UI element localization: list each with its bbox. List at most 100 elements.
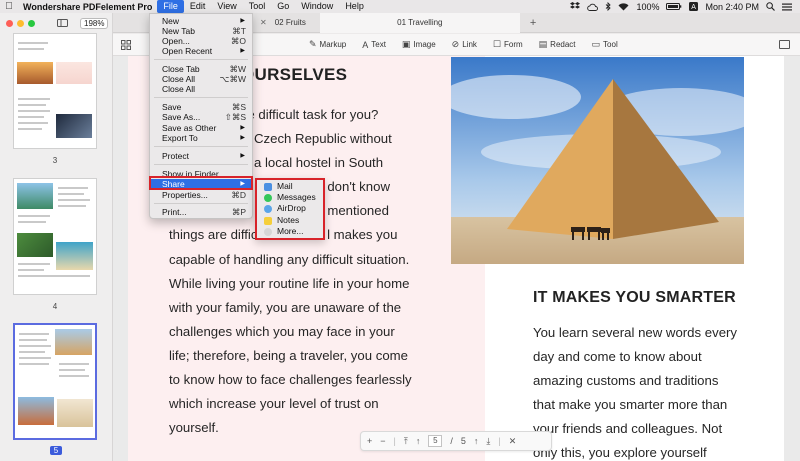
text-line: which increase your level of trust on xyxy=(169,396,379,412)
menu-file[interactable]: File xyxy=(157,0,184,13)
menu-separator xyxy=(154,59,248,60)
share-submenu: Mail Messages AirDrop Notes More... xyxy=(255,178,325,240)
page-total: 5 xyxy=(460,436,466,446)
share-messages[interactable]: Messages xyxy=(257,192,323,204)
text-button[interactable]: A Text xyxy=(362,40,386,50)
text-line: to know how to face challenges fearlessl… xyxy=(169,372,412,388)
menu-item-open[interactable]: Open... ⌘O xyxy=(150,36,252,47)
file-menu: New ▶ New Tab ⌘T Open... ⌘O Open Recent ▶ Cl… xyxy=(149,13,253,219)
menu-go[interactable]: Go xyxy=(271,0,295,13)
image-label: Image xyxy=(413,40,436,49)
battery-percent: 100% xyxy=(636,1,660,12)
cloud-icon[interactable] xyxy=(587,3,599,11)
page-thumbnail-5[interactable] xyxy=(13,323,97,440)
share-notes[interactable]: Notes xyxy=(257,215,323,227)
redact-button[interactable]: ▤ Redact xyxy=(539,39,576,50)
menu-item-open-recent[interactable]: Open Recent ▶ xyxy=(150,46,252,57)
markup-label: Markup xyxy=(319,40,347,49)
text-line: your friends and colleagues. Not xyxy=(533,421,723,437)
link-button[interactable]: ⊘ Link xyxy=(452,39,477,50)
tool-label: Tool xyxy=(603,40,618,49)
text-line: capable of handling any difficult situat… xyxy=(169,251,410,267)
share-mail[interactable]: Mail xyxy=(257,181,323,193)
menu-item-save[interactable]: Save ⌘S xyxy=(150,102,252,113)
redact-icon: ▤ xyxy=(538,39,548,49)
menu-item-properties[interactable]: Properties... ⌘D xyxy=(150,190,252,201)
menu-item-show-in-finder[interactable]: Show in Finder xyxy=(150,169,252,180)
minimize-window-button[interactable] xyxy=(17,19,24,27)
tab-fruits[interactable]: ✕ 02 Fruits xyxy=(246,13,320,33)
battery-icon[interactable] xyxy=(666,3,682,10)
share-more[interactable]: More... xyxy=(257,226,323,238)
markup-button[interactable]: ✎ Markup xyxy=(309,39,346,50)
grid-view-icon[interactable] xyxy=(121,39,131,50)
status-area: 100% A Mon 2:40 PM xyxy=(570,2,800,12)
menu-separator xyxy=(154,203,248,204)
apple-icon[interactable]:  xyxy=(0,1,18,12)
svg-text:A: A xyxy=(692,4,697,11)
last-page-icon[interactable]: ⤓ xyxy=(486,436,490,447)
menu-window[interactable]: Window xyxy=(295,0,339,13)
search-icon[interactable] xyxy=(766,2,775,11)
zoom-out-icon[interactable]: − xyxy=(380,436,385,446)
clock[interactable]: Mon 2:40 PM xyxy=(705,2,759,12)
right-paragraph[interactable]: You learn several new words every day an… xyxy=(533,321,768,461)
menu-item-share[interactable]: Share ▶ xyxy=(150,179,252,190)
first-page-icon[interactable]: ⤒ xyxy=(404,436,408,447)
page-thumbnail-4[interactable] xyxy=(13,178,97,295)
divider: | xyxy=(498,436,501,446)
thumbnail-image xyxy=(56,114,92,138)
right-panel-toggle-icon[interactable] xyxy=(779,40,790,49)
bluetooth-icon[interactable] xyxy=(605,2,612,11)
menu-item-export-to[interactable]: Export To ▶ xyxy=(150,133,252,144)
form-button[interactable]: ☐ Form xyxy=(493,39,523,50)
previous-page-icon[interactable]: ↑ xyxy=(416,436,421,446)
image-button[interactable]: ▣ Image xyxy=(402,39,436,50)
menu-item-close-tab[interactable]: Close Tab ⌘W xyxy=(150,64,252,75)
tab-travelling[interactable]: 01 Travelling xyxy=(319,12,520,33)
thumbnail-image xyxy=(55,329,92,355)
close-window-button[interactable] xyxy=(6,19,13,27)
zoom-select[interactable]: 198% xyxy=(80,17,109,29)
menu-item-new-tab[interactable]: New Tab ⌘T xyxy=(150,26,252,37)
menu-item-protect[interactable]: Protect ▶ xyxy=(150,151,252,162)
new-tab-icon[interactable]: + xyxy=(530,17,536,29)
zoom-window-button[interactable] xyxy=(28,19,35,27)
menu-edit[interactable]: Edit xyxy=(184,0,212,13)
tab-label: 01 Travelling xyxy=(397,17,443,27)
wifi-icon[interactable] xyxy=(618,2,629,11)
thumbnail-image xyxy=(17,62,53,84)
menu-tool[interactable]: Tool xyxy=(243,0,272,13)
dropbox-icon[interactable] xyxy=(570,2,581,11)
heading-smarter[interactable]: IT MAKES YOU SMARTER xyxy=(533,289,736,307)
thumbnail-image xyxy=(18,397,54,425)
divider: | xyxy=(393,436,396,446)
close-tab-icon[interactable]: ✕ xyxy=(260,18,267,27)
page-number-input[interactable]: 5 xyxy=(428,435,443,447)
pyramid-photo[interactable] xyxy=(451,57,744,264)
text-line: that make you smarter more than xyxy=(533,397,728,413)
menu-item-close-all-shortcut[interactable]: Close All ⌥⌘W xyxy=(150,74,252,85)
close-navigator-icon[interactable]: ✕ xyxy=(509,436,517,447)
control-center-icon[interactable] xyxy=(782,3,792,11)
airdrop-icon xyxy=(264,205,272,213)
zoom-in-icon[interactable]: + xyxy=(367,436,372,446)
menu-item-save-as[interactable]: Save As... ⇧⌘S xyxy=(150,112,252,123)
menu-item-save-as-other[interactable]: Save as Other ▶ xyxy=(150,123,252,134)
page-separator: / xyxy=(450,436,453,446)
form-label: Form xyxy=(503,40,523,49)
menu-view[interactable]: View xyxy=(211,0,242,13)
heading-ourselves[interactable]: OURSELVES xyxy=(241,65,347,85)
menu-item-new[interactable]: New ▶ xyxy=(150,16,252,27)
tool-button[interactable]: ▭ Tool xyxy=(592,39,618,50)
menu-separator xyxy=(154,97,248,98)
menu-item-close-all[interactable]: Close All xyxy=(150,84,252,95)
keyboard-input-icon[interactable]: A xyxy=(689,2,699,11)
menu-item-print[interactable]: Print... ⌘P xyxy=(150,207,252,218)
page-thumbnail-3[interactable] xyxy=(13,33,97,149)
sidebar-toggle-icon[interactable] xyxy=(57,19,68,27)
share-airdrop[interactable]: AirDrop xyxy=(257,203,323,215)
app-name-menu[interactable]: Wondershare PDFelement Pro xyxy=(18,2,157,12)
menu-help[interactable]: Help xyxy=(339,0,370,13)
next-page-icon[interactable]: ↑ xyxy=(474,436,479,446)
